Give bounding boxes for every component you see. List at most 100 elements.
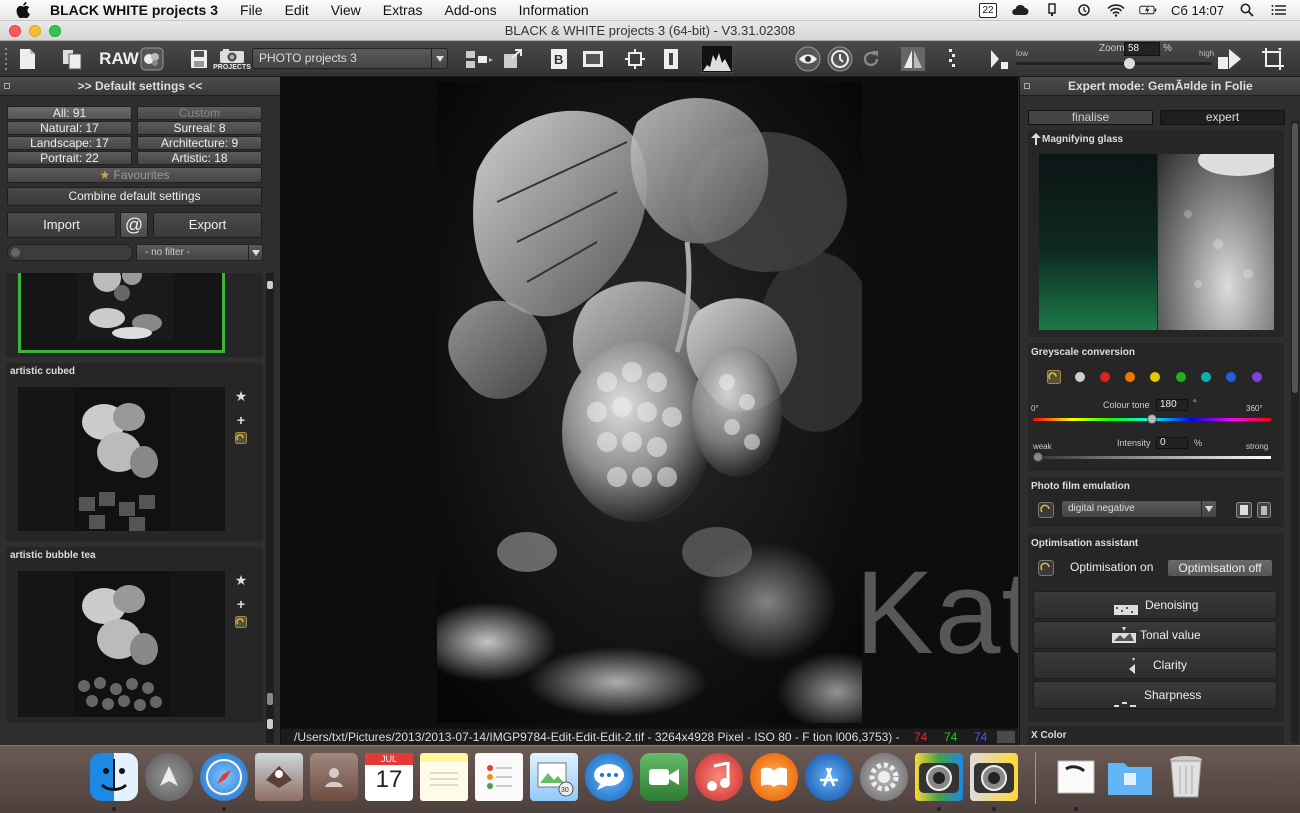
preset-item-artistic-cubed[interactable]: artistic cubed ★ + [6, 363, 263, 541]
colour-filter-grey[interactable] [1075, 372, 1085, 382]
folder-icon[interactable] [1106, 753, 1154, 801]
preset-list-scrollbar[interactable] [266, 273, 274, 743]
colour-tone-slider-knob[interactable] [1147, 414, 1157, 424]
raw-button[interactable]: RAW [99, 45, 139, 73]
export-arrow-icon[interactable] [500, 45, 526, 73]
denoising-button[interactable]: Denoising [1033, 591, 1277, 619]
facetime-icon[interactable] [640, 753, 688, 801]
optimisation-apply-icon[interactable] [1038, 560, 1054, 579]
colour-filter-cyan[interactable] [1201, 372, 1211, 382]
magnifier-original-view[interactable] [1039, 154, 1157, 330]
colour-filter-green[interactable] [1176, 372, 1186, 382]
preset-filter-select[interactable]: - no filter - [136, 244, 263, 261]
filter-mask-icon[interactable] [137, 45, 167, 73]
clock-history-icon[interactable] [825, 45, 855, 73]
scrollbar-thumb[interactable] [1292, 123, 1298, 393]
intensity-input[interactable]: 0 [1156, 437, 1188, 449]
preset-item-artistic-bubble-tea[interactable]: artistic bubble tea ★ + [6, 547, 263, 723]
menu-file[interactable]: File [229, 2, 274, 18]
category-architecture-button[interactable]: Architecture: 9 [137, 136, 262, 150]
photo-booth-icon[interactable]: 30 [530, 753, 578, 801]
menu-addons[interactable]: Add-ons [433, 2, 507, 18]
add-preset-icon[interactable]: + [234, 596, 248, 612]
menu-view[interactable]: View [320, 2, 372, 18]
reminders-icon[interactable] [475, 753, 523, 801]
zoom-slider[interactable] [1016, 58, 1212, 69]
apple-icon[interactable] [14, 2, 32, 19]
at-email-button[interactable]: @ [120, 212, 148, 238]
category-portrait-button[interactable]: Portrait: 22 [7, 151, 132, 165]
preset-list[interactable]: artistic cubed ★ + artistic bubble tea ★… [6, 273, 263, 743]
notes-icon[interactable] [420, 753, 468, 801]
category-surreal-button[interactable]: Surreal: 8 [137, 121, 262, 135]
arrow-up-icon[interactable] [1031, 133, 1041, 148]
panel-collapse-icon[interactable] [1024, 83, 1030, 89]
zoom-slider-knob[interactable] [1124, 58, 1136, 69]
contacts-icon[interactable] [310, 753, 358, 801]
category-natural-button[interactable]: Natural: 17 [7, 121, 132, 135]
colour-filter-blue[interactable] [1226, 372, 1236, 382]
fit-icon[interactable] [622, 45, 648, 73]
zoom-window-button[interactable] [49, 25, 61, 37]
projects-camera-icon[interactable] [970, 753, 1018, 801]
export-button[interactable]: Export [153, 212, 262, 238]
panel-collapse-icon[interactable] [4, 83, 10, 89]
info-panel-icon[interactable] [659, 45, 683, 73]
spotlight-icon[interactable] [1238, 3, 1256, 17]
tonal-value-button[interactable]: Tonal value [1033, 621, 1277, 649]
colour-filter-orange[interactable] [1125, 372, 1135, 382]
preset-search-input[interactable] [7, 244, 133, 261]
zoom-input[interactable]: 58 [1124, 42, 1160, 56]
messages-icon[interactable] [585, 753, 633, 801]
zoom-in-icon[interactable] [1216, 45, 1244, 73]
favourite-star-icon[interactable]: ★ [234, 572, 248, 588]
safari-icon[interactable] [200, 753, 248, 801]
app-store-icon[interactable] [805, 753, 853, 801]
print-b-icon[interactable]: B [546, 45, 572, 73]
minimize-window-button[interactable] [29, 25, 41, 37]
mail-icon[interactable] [255, 753, 303, 801]
add-preset-icon[interactable]: + [234, 412, 248, 428]
cloud-icon[interactable] [1011, 3, 1029, 17]
crop-rotate-icon[interactable] [1258, 45, 1288, 73]
film-settings-icon[interactable] [1236, 502, 1252, 521]
ibooks-icon[interactable] [750, 753, 798, 801]
colour-filter-violet[interactable] [1252, 372, 1262, 382]
colour-tone-slider[interactable] [1033, 414, 1271, 424]
category-landscape-button[interactable]: Landscape: 17 [7, 136, 132, 150]
tab-expert[interactable]: expert [1160, 110, 1285, 125]
menu-information[interactable]: Information [508, 2, 600, 18]
category-all-button[interactable]: All: 91 [7, 106, 132, 120]
calendar-icon[interactable]: JUL 17 [365, 753, 413, 801]
badge-icon[interactable]: 22 [979, 2, 998, 18]
dotted-separator-icon[interactable] [944, 45, 960, 73]
edited-photo[interactable] [437, 82, 862, 723]
document-stack-icon[interactable] [1052, 753, 1100, 801]
sharpness-button[interactable]: Sharpness [1033, 681, 1277, 709]
scrollbar-thumb[interactable] [267, 693, 273, 705]
right-panel-scrollbar[interactable] [1291, 121, 1299, 743]
battery-icon[interactable] [1139, 3, 1157, 17]
colour-filter-yellow[interactable] [1150, 372, 1160, 382]
batch-icon[interactable] [462, 45, 496, 73]
black-white-projects-icon[interactable] [915, 753, 963, 801]
launchpad-icon[interactable] [145, 753, 193, 801]
optimisation-on-button[interactable]: Optimisation on [1070, 560, 1153, 574]
import-button[interactable]: Import [7, 212, 116, 238]
menu-edit[interactable]: Edit [274, 2, 320, 18]
sync-icon[interactable] [1075, 3, 1093, 17]
menu-clock[interactable]: Сб 14:07 [1171, 3, 1224, 18]
scrollbar-up-knob[interactable] [267, 281, 273, 289]
greyscale-apply-icon[interactable] [1047, 370, 1061, 387]
menu-extras[interactable]: Extras [372, 2, 434, 18]
itunes-icon[interactable] [695, 753, 743, 801]
intensity-slider-knob[interactable] [1033, 452, 1043, 462]
redo-icon[interactable] [858, 45, 884, 73]
menu-app-name[interactable]: BLACK WHITE projects 3 [46, 2, 229, 18]
film-info-icon[interactable] [1257, 502, 1271, 521]
trash-icon[interactable] [1162, 753, 1210, 801]
clarity-button[interactable]: Clarity [1033, 651, 1277, 679]
category-custom-button[interactable]: Custom [137, 106, 262, 120]
close-window-button[interactable] [9, 25, 21, 37]
split-view-icon[interactable] [898, 45, 928, 73]
